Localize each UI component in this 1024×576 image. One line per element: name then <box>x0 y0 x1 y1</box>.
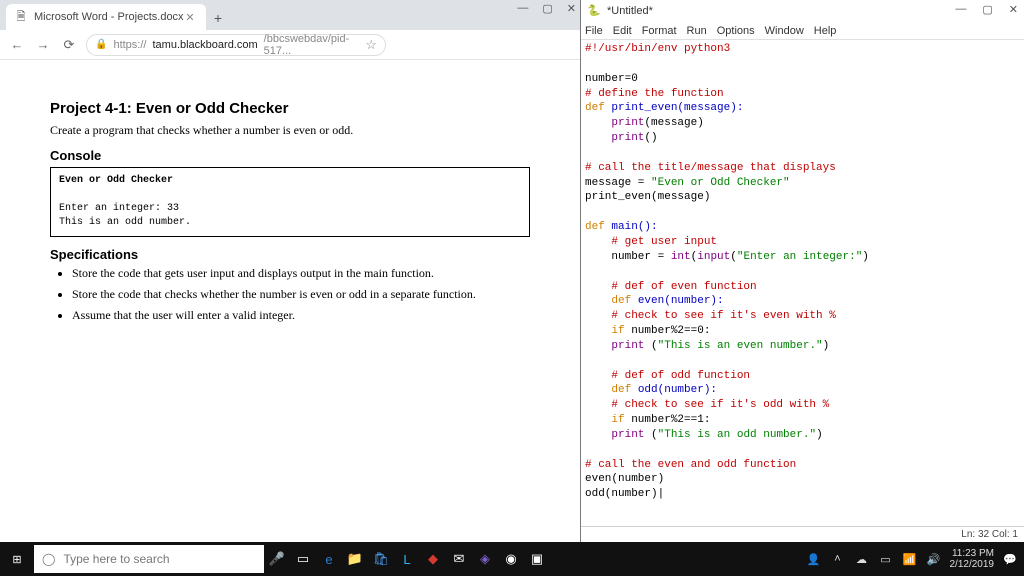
onedrive-icon[interactable]: ☁ <box>854 553 870 566</box>
menu-format[interactable]: Format <box>642 25 677 37</box>
menu-help[interactable]: Help <box>814 25 837 37</box>
wifi-icon[interactable]: 📶 <box>902 553 918 566</box>
back-button[interactable]: ← <box>8 36 26 54</box>
url-prefix: https:// <box>113 39 146 51</box>
console-line: Enter an integer: 33 <box>59 202 521 216</box>
battery-icon[interactable]: ▭ <box>878 553 894 566</box>
browser-tab[interactable]: 🗎 Microsoft Word - Projects.docx ✕ <box>6 4 206 30</box>
menu-options[interactable]: Options <box>717 25 755 37</box>
console-line: This is an odd number. <box>59 216 521 230</box>
search-placeholder: Type here to search <box>63 552 169 566</box>
windows-taskbar: ⊞ ◯ Type here to search 🎤 ▭ e 📁 🛍 L ◆ ✉ … <box>0 542 1024 576</box>
window-close-icon[interactable]: ✕ <box>1009 3 1018 16</box>
url-host: tamu.blackboard.com <box>152 39 257 51</box>
edge-icon[interactable]: e <box>316 546 342 572</box>
address-bar[interactable]: 🔒 https:// tamu.blackboard.com/bbcswebdav… <box>86 34 386 56</box>
console-line: Even or Odd Checker <box>59 174 521 188</box>
idle-status-bar: Ln: 32 Col: 1 <box>581 526 1024 542</box>
system-tray: 👤 ˄ ☁ ▭ 📶 🔊 11:23 PM 2/12/2019 💬 <box>806 548 1024 570</box>
reload-button[interactable]: ⟳ <box>60 36 78 54</box>
idle-window: 🐍 *Untitled* ― ▢ ✕ File Edit Format Run … <box>581 0 1024 542</box>
tab-title: Microsoft Word - Projects.docx <box>34 11 184 23</box>
mail-icon[interactable]: ✉ <box>446 546 472 572</box>
lock-icon: 🔒 <box>95 39 107 50</box>
chrome-icon[interactable]: ◉ <box>498 546 524 572</box>
notifications-icon[interactable]: 💬 <box>1002 553 1018 566</box>
store-icon[interactable]: 🛍 <box>368 546 394 572</box>
menu-run[interactable]: Run <box>687 25 707 37</box>
window-maximize-icon[interactable]: ▢ <box>542 2 552 15</box>
spec-list: Store the code that gets user input and … <box>50 266 530 323</box>
spec-heading: Specifications <box>50 247 530 262</box>
window-close-icon[interactable]: ✕ <box>567 2 576 15</box>
idle-title-text: *Untitled* <box>607 5 653 17</box>
spec-item: Assume that the user will enter a valid … <box>72 308 530 323</box>
clock-time: 11:23 PM <box>950 548 995 559</box>
doc-title: Project 4-1: Even or Odd Checker <box>50 100 530 117</box>
doc-intro: Create a program that checks whether a n… <box>50 123 530 138</box>
console-heading: Console <box>50 148 530 163</box>
visual-studio-icon[interactable]: ◈ <box>472 546 498 572</box>
console-example: Even or Odd Checker Enter an integer: 33… <box>50 167 530 237</box>
menu-window[interactable]: Window <box>765 25 804 37</box>
mcafee-icon[interactable]: ◆ <box>420 546 446 572</box>
new-tab-button[interactable]: + <box>206 6 230 30</box>
chrome-toolbar: ← → ⟳ 🔒 https:// tamu.blackboard.com/bbcs… <box>0 30 580 60</box>
window-minimize-icon[interactable]: ― <box>955 3 966 16</box>
people-icon[interactable]: 👤 <box>806 553 822 566</box>
menu-edit[interactable]: Edit <box>613 25 632 37</box>
idle-menu-bar: File Edit Format Run Options Window Help <box>581 22 1024 40</box>
taskbar-clock[interactable]: 11:23 PM 2/12/2019 <box>950 548 995 570</box>
document-viewport[interactable]: Project 4-1: Even or Odd Checker Create … <box>0 60 580 542</box>
tab-close-icon[interactable]: ✕ <box>184 11 196 23</box>
cortana-mic-icon[interactable]: 🎤 <box>264 546 290 572</box>
taskbar-search[interactable]: ◯ Type here to search <box>34 545 264 573</box>
app-icon[interactable]: L <box>394 546 420 572</box>
chrome-window: 🗎 Microsoft Word - Projects.docx ✕ + ― ▢… <box>0 0 581 542</box>
spec-item: Store the code that checks whether the n… <box>72 287 530 302</box>
start-button[interactable]: ⊞ <box>0 542 34 576</box>
python-icon: 🐍 <box>587 4 601 18</box>
idle-titlebar[interactable]: 🐍 *Untitled* ― ▢ ✕ <box>581 0 1024 22</box>
chrome-tab-strip: 🗎 Microsoft Word - Projects.docx ✕ + ― ▢… <box>0 0 580 30</box>
app-icon[interactable]: ▣ <box>524 546 550 572</box>
clock-date: 2/12/2019 <box>950 559 995 570</box>
menu-file[interactable]: File <box>585 25 603 37</box>
url-path: /bbcswebdav/pid-517... <box>264 33 356 57</box>
task-view-icon[interactable]: ▭ <box>290 546 316 572</box>
volume-icon[interactable]: 🔊 <box>926 553 942 566</box>
bookmark-star-icon[interactable]: ☆ <box>365 37 377 53</box>
cursor-position: Ln: 32 Col: 1 <box>961 529 1018 540</box>
code-editor[interactable]: #!/usr/bin/env python3 number=0 # define… <box>581 40 1024 526</box>
spec-item: Store the code that gets user input and … <box>72 266 530 281</box>
window-maximize-icon[interactable]: ▢ <box>982 3 992 16</box>
window-minimize-icon[interactable]: ― <box>517 2 528 15</box>
search-icon: ◯ <box>42 552 55 566</box>
forward-button[interactable]: → <box>34 36 52 54</box>
page-icon: 🗎 <box>14 10 28 24</box>
tray-chevron-icon[interactable]: ˄ <box>830 553 846 565</box>
file-explorer-icon[interactable]: 📁 <box>342 546 368 572</box>
